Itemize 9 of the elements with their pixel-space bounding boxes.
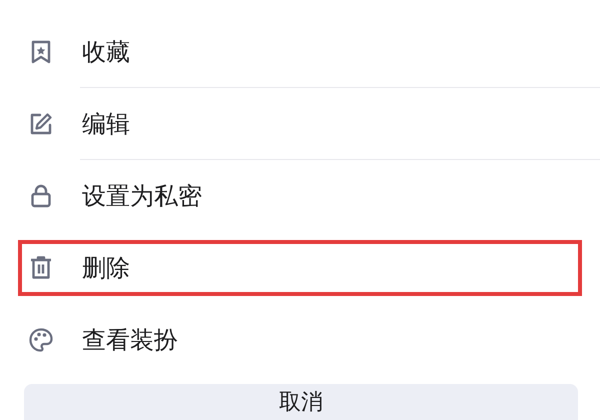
cancel-button[interactable]: 取消 [24,384,578,420]
menu-item[interactable]: 删除 [18,240,582,296]
menu-item[interactable]: 收藏 [0,16,600,88]
menu-item[interactable]: 编辑 [0,88,600,160]
palette-icon [28,327,54,353]
edit-icon [28,111,54,137]
menu-item[interactable]: 设置为私密 [0,160,600,232]
menu-item[interactable]: 查看装扮 [0,304,600,376]
trash-icon [28,255,54,281]
